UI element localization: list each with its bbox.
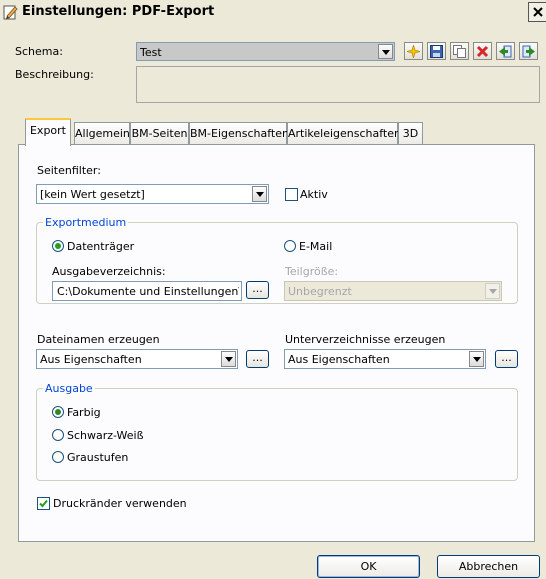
schema-label: Schema: bbox=[15, 45, 63, 58]
page-filter-label: Seitenfilter: bbox=[37, 164, 101, 177]
save-icon bbox=[430, 45, 443, 58]
new-schema-button[interactable] bbox=[404, 42, 423, 60]
output-dir-input[interactable]: C:\Dokumente und Einstellungen\paul bbox=[52, 281, 242, 301]
export-schema-button[interactable] bbox=[519, 42, 538, 60]
chevron-down-icon bbox=[256, 192, 264, 197]
tab-bm-seiten[interactable]: BM-Seiten bbox=[130, 122, 189, 144]
close-icon bbox=[533, 7, 543, 17]
filenames-select[interactable]: Aus Eigenschaften bbox=[36, 349, 238, 369]
import-schema-button[interactable] bbox=[496, 42, 515, 60]
schema-select[interactable]: Test bbox=[136, 42, 395, 61]
print-margins-label: Druckränder verwenden bbox=[53, 497, 187, 510]
radio-farbig-label: Farbig bbox=[67, 406, 101, 419]
subdirs-select[interactable]: Aus Eigenschaften bbox=[284, 349, 486, 369]
output-dir-browse-button[interactable]: ... bbox=[246, 281, 269, 299]
description-label: Beschreibung: bbox=[15, 68, 94, 81]
export-medium-title: Exportmedium bbox=[43, 216, 129, 229]
part-size-dropdown-button[interactable] bbox=[485, 283, 500, 299]
schema-dropdown-button[interactable] bbox=[378, 44, 393, 59]
page-filter-dropdown-button[interactable] bbox=[252, 186, 267, 202]
filenames-options-button[interactable]: ... bbox=[246, 350, 269, 368]
chevron-down-icon bbox=[473, 357, 481, 362]
chevron-down-icon bbox=[382, 50, 390, 55]
radio-email[interactable] bbox=[284, 240, 296, 252]
tab-artikeleigenschaften[interactable]: Artikeleigenschaften bbox=[287, 122, 401, 144]
filenames-dropdown-button[interactable] bbox=[221, 351, 236, 367]
tab-3d[interactable]: 3D bbox=[398, 122, 423, 144]
schema-value: Test bbox=[140, 46, 162, 59]
output-title: Ausgabe bbox=[43, 382, 95, 395]
part-size-value: Unbegrenzt bbox=[288, 285, 352, 298]
checkmark-icon bbox=[39, 499, 48, 508]
subdirs-value: Aus Eigenschaften bbox=[288, 353, 390, 366]
radio-email-label: E-Mail bbox=[299, 240, 333, 253]
save-schema-button[interactable] bbox=[427, 42, 446, 60]
active-label: Aktiv bbox=[300, 188, 328, 201]
part-size-label: Teilgröße: bbox=[285, 265, 339, 278]
ok-button[interactable]: OK bbox=[317, 555, 420, 578]
edit-icon bbox=[3, 4, 19, 20]
tab-bm-eigenschaften[interactable]: BM-Eigenschaften bbox=[189, 122, 289, 144]
tab-allgemein[interactable]: Allgemein bbox=[74, 122, 130, 144]
title-bar: Einstellungen: PDF-Export bbox=[0, 0, 546, 26]
delete-icon bbox=[476, 45, 489, 58]
radio-schwarz-weiss[interactable] bbox=[52, 429, 64, 441]
filenames-value: Aus Eigenschaften bbox=[40, 353, 142, 366]
active-checkbox[interactable] bbox=[285, 188, 298, 201]
subdirs-options-button[interactable]: ... bbox=[495, 350, 518, 368]
import-icon bbox=[499, 45, 512, 58]
print-margins-checkbox[interactable] bbox=[37, 497, 50, 510]
radio-datentraeger-label: Datenträger bbox=[67, 240, 135, 253]
copy-icon bbox=[453, 45, 466, 58]
window-title: Einstellungen: PDF-Export bbox=[22, 4, 215, 19]
copy-schema-button[interactable] bbox=[450, 42, 469, 60]
tab-export[interactable]: Export bbox=[25, 118, 71, 146]
radio-graustufen-label: Graustufen bbox=[67, 451, 129, 464]
radio-datentraeger[interactable] bbox=[52, 240, 64, 252]
subdirs-dropdown-button[interactable] bbox=[469, 351, 484, 367]
chevron-down-icon bbox=[489, 289, 497, 294]
radio-schwarz-weiss-label: Schwarz-Weiß bbox=[67, 429, 144, 442]
part-size-select[interactable]: Unbegrenzt bbox=[284, 281, 502, 301]
close-button[interactable] bbox=[528, 2, 546, 22]
radio-graustufen[interactable] bbox=[52, 451, 64, 463]
description-field[interactable] bbox=[136, 66, 540, 103]
subdirs-label: Unterverzeichnisse erzeugen bbox=[285, 333, 446, 346]
export-icon bbox=[522, 45, 535, 58]
page-filter-value: [kein Wert gesetzt] bbox=[40, 188, 145, 201]
radio-farbig[interactable] bbox=[52, 406, 64, 418]
output-dir-label: Ausgabeverzeichnis: bbox=[52, 265, 166, 278]
page-filter-select[interactable]: [kein Wert gesetzt] bbox=[36, 184, 269, 204]
chevron-down-icon bbox=[225, 357, 233, 362]
filenames-label: Dateinamen erzeugen bbox=[37, 333, 160, 346]
output-dir-value: C:\Dokumente und Einstellungen\paul bbox=[57, 285, 239, 298]
delete-schema-button[interactable] bbox=[473, 42, 492, 60]
cancel-button[interactable]: Abbrechen bbox=[437, 555, 540, 578]
new-icon bbox=[407, 45, 420, 58]
